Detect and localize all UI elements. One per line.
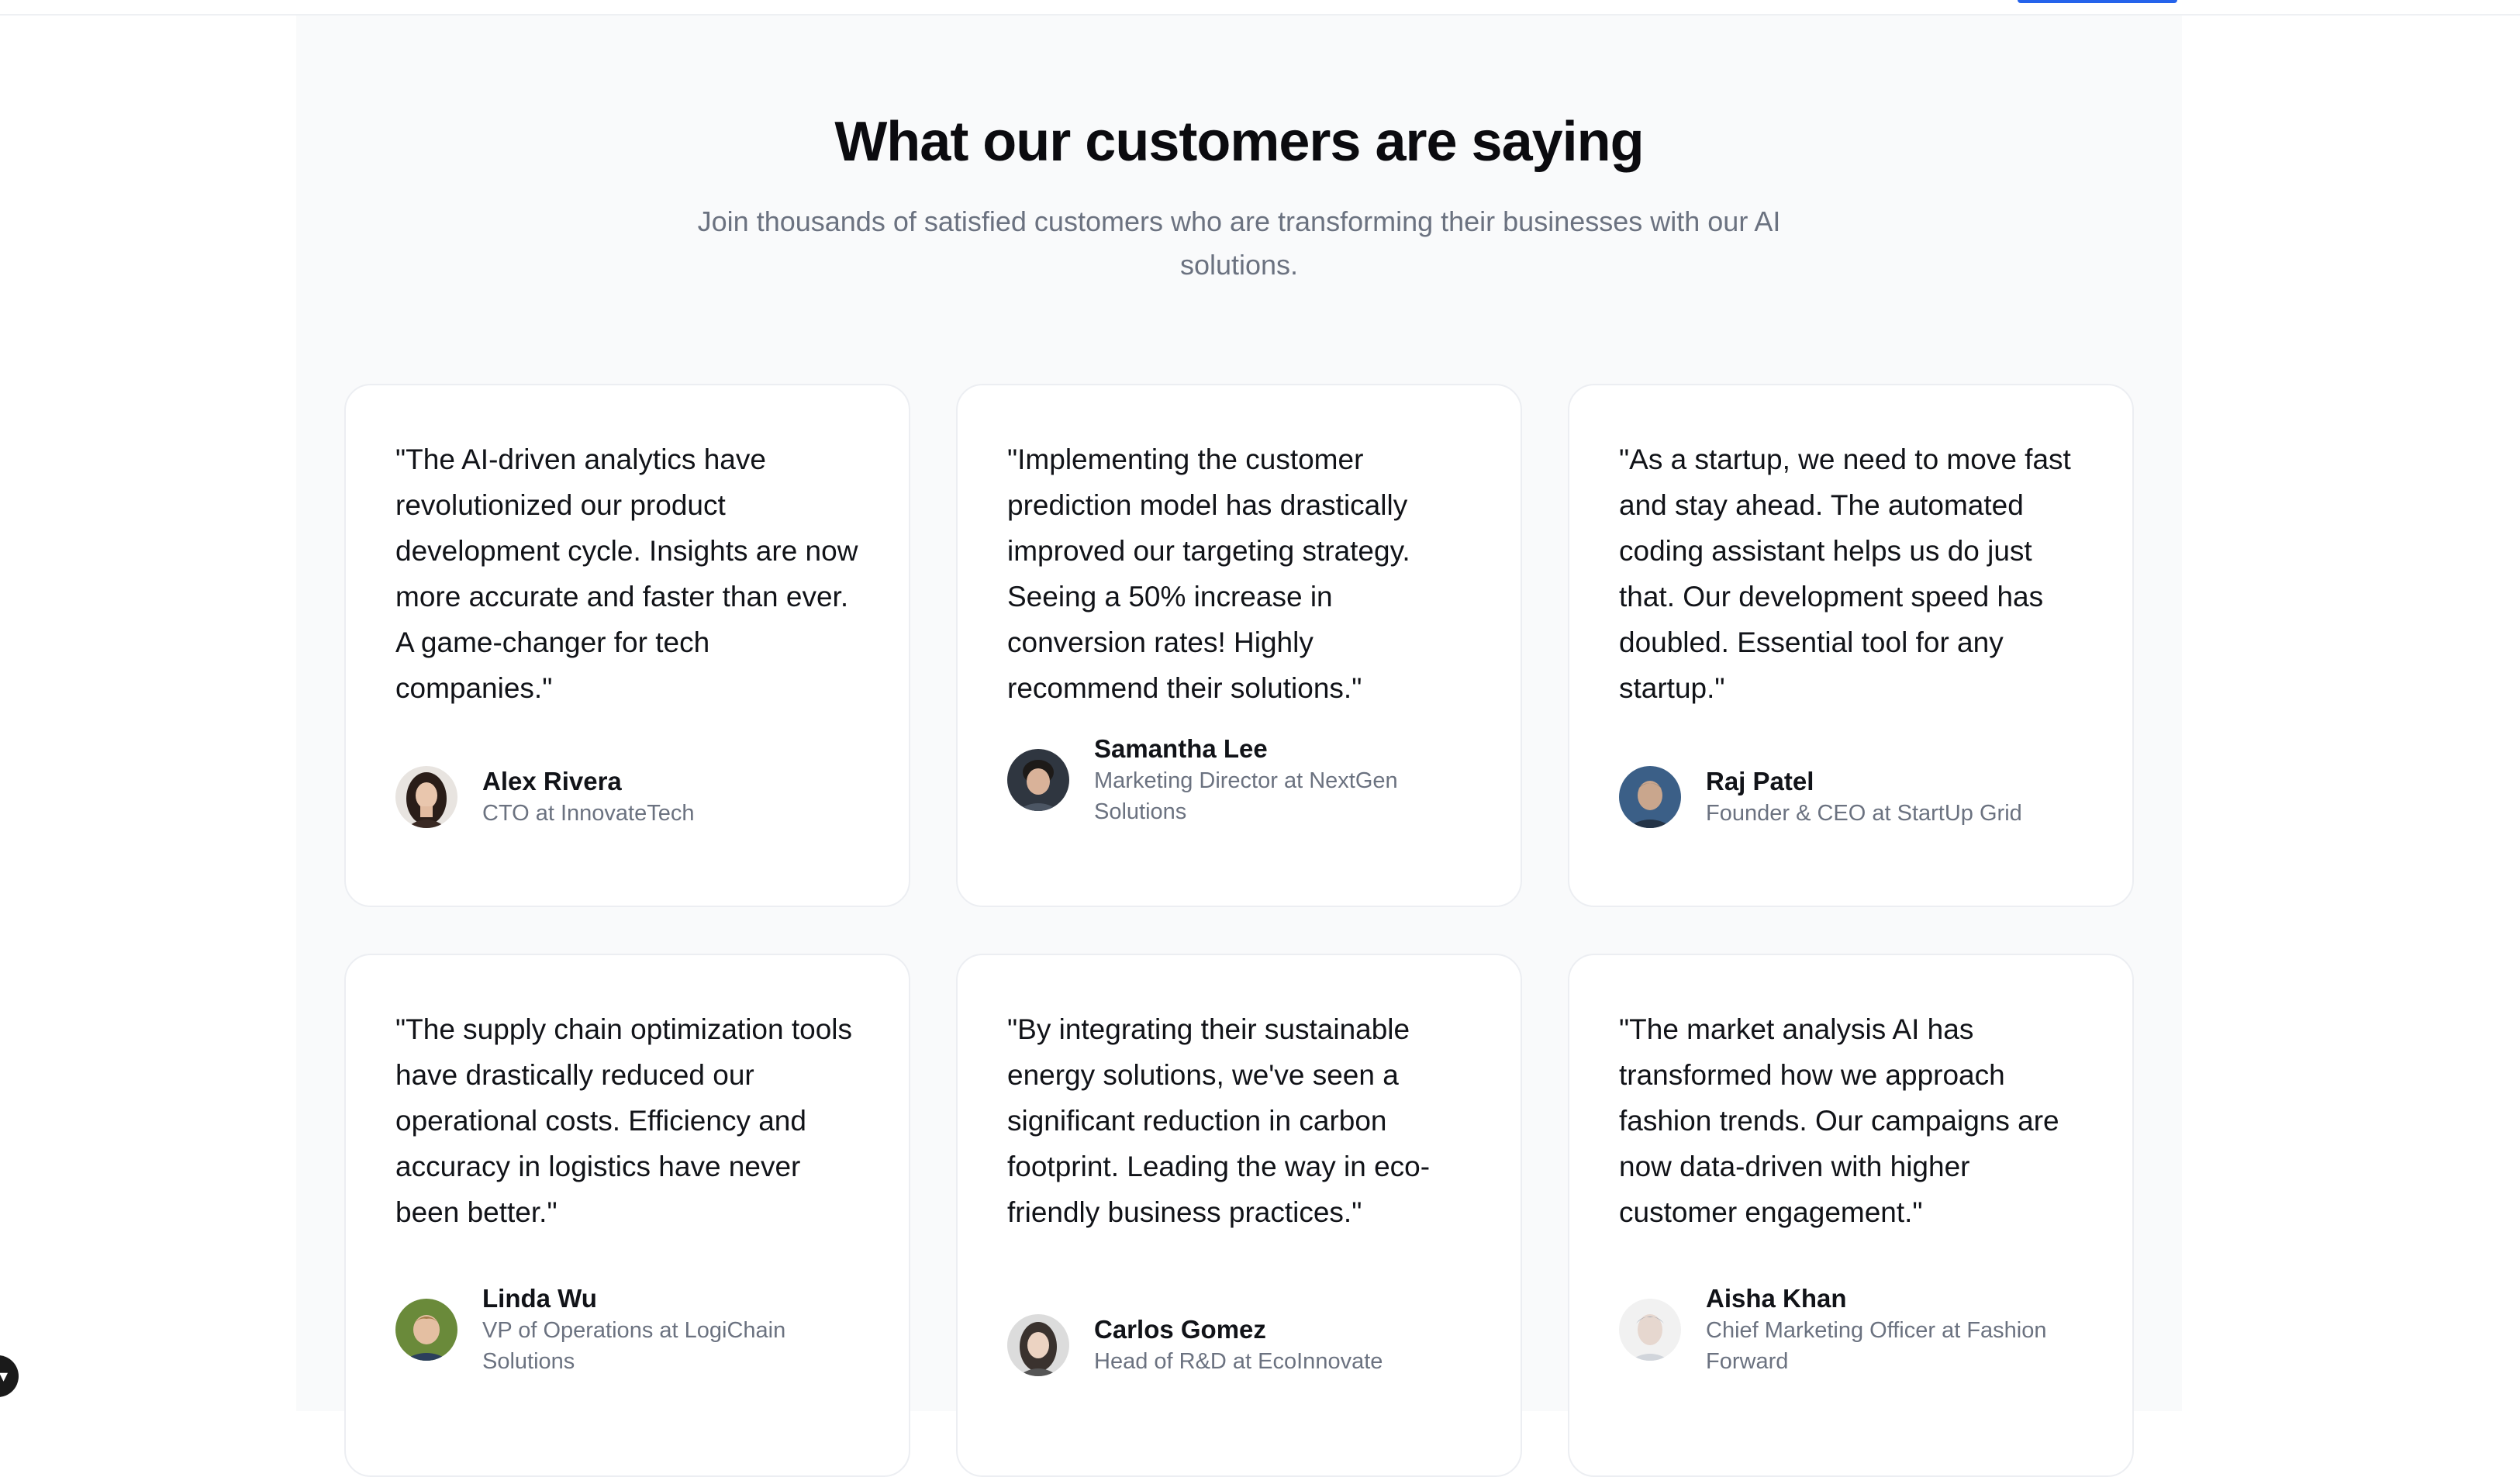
- testimonial-card: "By integrating their sustainable energy…: [956, 954, 1522, 1477]
- section-subtitle: Join thousands of satisfied customers wh…: [697, 205, 1781, 281]
- testimonial-author: Alex Rivera CTO at InnovateTech: [395, 765, 878, 829]
- author-role: Chief Marketing Officer at Fashion Forwa…: [1706, 1318, 2047, 1374]
- testimonial-author: Linda Wu VP of Operations at LogiChain S…: [395, 1282, 878, 1377]
- testimonial-author: Raj Patel Founder & CEO at StartUp Grid: [1619, 765, 2101, 829]
- author-name: Alex Rivera: [482, 767, 622, 795]
- testimonial-author: Carlos Gomez Head of R&D at EcoInnovate: [1007, 1313, 1490, 1377]
- avatar: [395, 1299, 457, 1361]
- avatar: [1619, 766, 1681, 828]
- testimonial-card: "Implementing the customer prediction mo…: [956, 384, 1522, 907]
- testimonials-section: What our customers are saying Join thous…: [296, 16, 2182, 1477]
- chevron-down-icon[interactable]: ▾: [0, 1355, 19, 1397]
- testimonial-card: "The market analysis AI has transformed …: [1568, 954, 2134, 1477]
- nav-cta-button[interactable]: [2018, 0, 2177, 3]
- author-role: Founder & CEO at StartUp Grid: [1706, 801, 2022, 826]
- testimonial-card: "The supply chain optimization tools hav…: [344, 954, 910, 1477]
- avatar: [1007, 1314, 1069, 1376]
- testimonial-card: "The AI-driven analytics have revolution…: [344, 384, 910, 907]
- testimonial-quote: "Implementing the customer prediction mo…: [1007, 443, 1410, 704]
- top-navigation-bar: [0, 0, 2520, 16]
- section-title: What our customers are saying: [834, 111, 1644, 173]
- testimonial-card: "As a startup, we need to move fast and …: [1568, 384, 2134, 907]
- author-name: Aisha Khan: [1706, 1284, 1847, 1313]
- author-role: CTO at InnovateTech: [482, 801, 695, 826]
- author-name: Samantha Lee: [1094, 734, 1268, 763]
- avatar: [395, 766, 457, 828]
- author-role: Head of R&D at EcoInnovate: [1094, 1349, 1383, 1374]
- testimonial-author: Aisha Khan Chief Marketing Officer at Fa…: [1619, 1282, 2101, 1377]
- testimonial-quote: "The supply chain optimization tools hav…: [395, 1013, 853, 1228]
- author-role: Marketing Director at NextGen Solutions: [1094, 768, 1398, 824]
- testimonial-quote: "By integrating their sustainable energy…: [1007, 1013, 1431, 1228]
- avatar: [1619, 1299, 1681, 1361]
- avatar: [1007, 749, 1069, 811]
- author-name: Raj Patel: [1706, 767, 1814, 795]
- testimonial-quote: "The AI-driven analytics have revolution…: [395, 443, 858, 704]
- testimonials-grid: "The AI-driven analytics have revolution…: [344, 384, 2134, 1477]
- author-role: VP of Operations at LogiChain Solutions: [482, 1318, 786, 1374]
- testimonial-quote: "As a startup, we need to move fast and …: [1619, 443, 2071, 704]
- author-name: Carlos Gomez: [1094, 1315, 1266, 1344]
- testimonial-quote: "The market analysis AI has transformed …: [1619, 1013, 2059, 1228]
- testimonial-author: Samantha Lee Marketing Director at NextG…: [1007, 733, 1490, 827]
- author-name: Linda Wu: [482, 1284, 597, 1313]
